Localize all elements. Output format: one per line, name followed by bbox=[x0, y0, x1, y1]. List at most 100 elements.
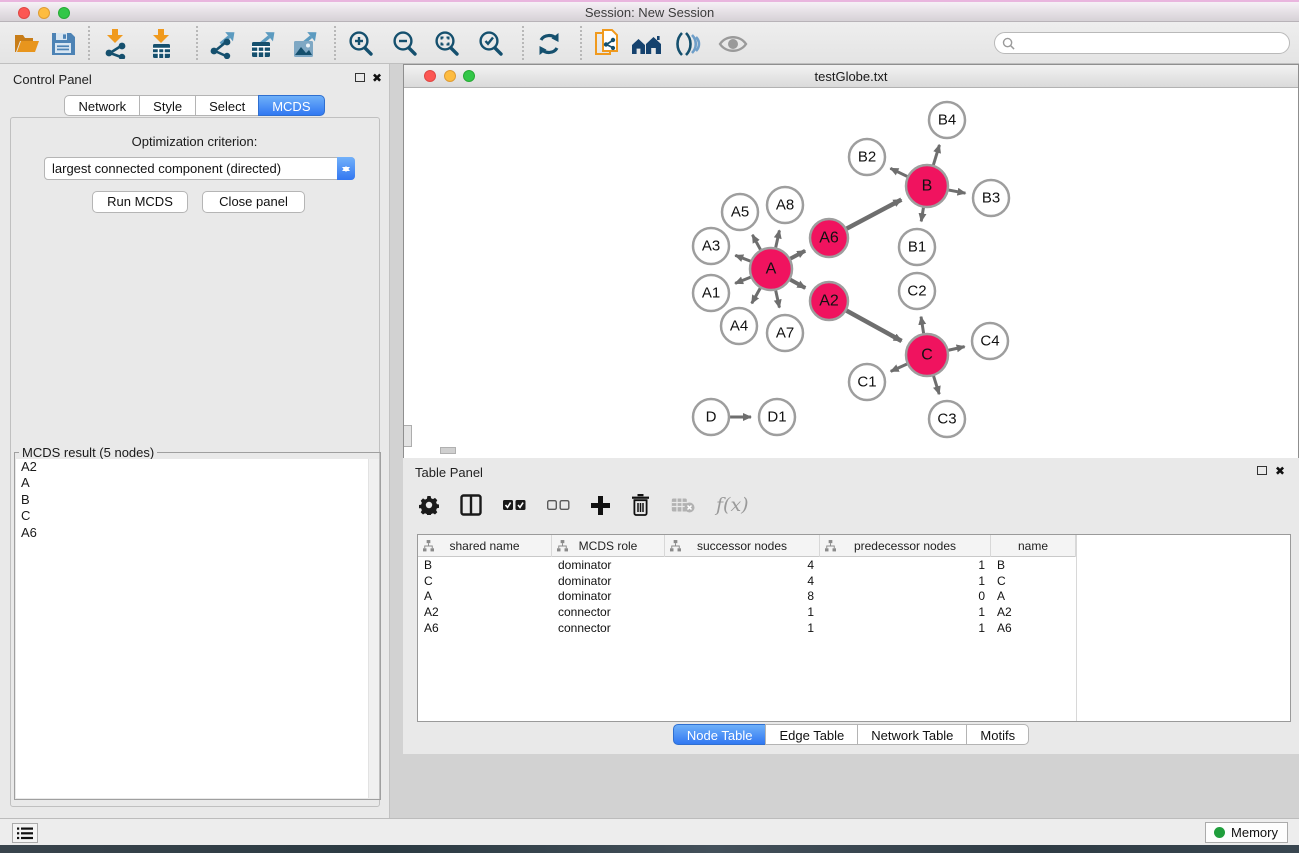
table-row[interactable]: A6connector11A6 bbox=[418, 620, 1076, 636]
column-header-successor-nodes[interactable]: successor nodes bbox=[665, 535, 820, 557]
tab-motifs[interactable]: Motifs bbox=[966, 724, 1029, 745]
zoom-selected-icon[interactable] bbox=[476, 29, 506, 59]
zoom-fit-icon[interactable] bbox=[432, 29, 462, 59]
refresh-layout-icon[interactable] bbox=[534, 29, 564, 59]
graph-node-label-C1: C1 bbox=[857, 374, 876, 391]
graph-node-label-C: C bbox=[921, 347, 933, 364]
main-toolbar bbox=[0, 22, 1299, 64]
node-table-body: Bdominator41BCdominator41CAdominator80AA… bbox=[418, 557, 1076, 636]
table-toolbar: f(x) bbox=[419, 488, 749, 522]
search-input[interactable] bbox=[1015, 36, 1289, 50]
table-cell: 8 bbox=[665, 589, 820, 603]
graph-node-label-A5: A5 bbox=[731, 204, 749, 221]
table-cell: 1 bbox=[820, 621, 991, 635]
mcds-result-item[interactable]: A2 bbox=[16, 459, 379, 475]
tab-select[interactable]: Select bbox=[195, 95, 259, 116]
home-icon[interactable] bbox=[630, 29, 666, 59]
import-network-icon[interactable] bbox=[100, 29, 130, 59]
network-canvas[interactable]: AA1A2A3A4A5A6A7A8BB1B2B3B4CC1C2C3C4DD1 bbox=[404, 88, 1298, 510]
toolbar-separator bbox=[88, 26, 90, 60]
table-type-tabs: Node TableEdge TableNetwork TableMotifs bbox=[673, 724, 1029, 745]
delete-column-icon[interactable] bbox=[631, 494, 650, 516]
show-graphics-details-icon[interactable] bbox=[674, 29, 704, 59]
task-history-button[interactable] bbox=[12, 823, 38, 843]
birds-eye-splitter-handle[interactable] bbox=[404, 425, 412, 447]
memory-status-icon bbox=[1214, 827, 1225, 838]
select-all-columns-icon[interactable] bbox=[503, 500, 526, 511]
control-panel-title: Control Panel bbox=[13, 72, 92, 87]
table-cell: B bbox=[991, 558, 1076, 572]
table-cell: A bbox=[991, 589, 1076, 603]
clone-network-icon[interactable] bbox=[592, 29, 622, 59]
column-header-shared-name[interactable]: shared name bbox=[418, 535, 552, 557]
graph-node-label-B2: B2 bbox=[858, 149, 876, 166]
zoom-in-icon[interactable] bbox=[346, 29, 376, 59]
table-cell: C bbox=[991, 574, 1076, 588]
column-header-predecessor-nodes[interactable]: predecessor nodes bbox=[820, 535, 991, 557]
node-table[interactable]: shared nameMCDS rolesuccessor nodesprede… bbox=[417, 534, 1291, 722]
graph-node-label-C2: C2 bbox=[907, 283, 926, 300]
table-close-panel-icon[interactable]: ✖ bbox=[1275, 466, 1285, 476]
table-panel-title: Table Panel bbox=[415, 465, 483, 480]
birds-eye-view-icon[interactable] bbox=[718, 29, 748, 59]
table-settings-gear-icon[interactable] bbox=[419, 495, 439, 515]
table-row[interactable]: Adominator80A bbox=[418, 589, 1076, 605]
tab-node-table[interactable]: Node Table bbox=[673, 724, 767, 745]
toolbar-search[interactable] bbox=[994, 32, 1290, 54]
close-panel-button[interactable]: Close panel bbox=[202, 191, 305, 213]
open-session-icon[interactable] bbox=[12, 29, 42, 59]
float-panel-icon[interactable] bbox=[355, 73, 365, 82]
save-session-icon[interactable] bbox=[48, 29, 78, 59]
export-image-icon[interactable] bbox=[290, 29, 320, 59]
table-cell: 1 bbox=[820, 605, 991, 619]
column-header-name[interactable]: name bbox=[991, 535, 1076, 557]
import-table-icon[interactable] bbox=[146, 29, 176, 59]
app-title-bar: Session: New Session bbox=[0, 0, 1299, 22]
table-cell: A6 bbox=[991, 621, 1076, 635]
memory-button[interactable]: Memory bbox=[1205, 822, 1288, 843]
column-header-mcds-role[interactable]: MCDS role bbox=[552, 535, 665, 557]
table-float-panel-icon[interactable] bbox=[1257, 466, 1267, 475]
mcds-result-item[interactable]: B bbox=[16, 492, 379, 508]
table-cell: connector bbox=[552, 605, 665, 619]
tab-style[interactable]: Style bbox=[139, 95, 196, 116]
close-panel-icon[interactable]: ✖ bbox=[372, 73, 382, 83]
mcds-result-item[interactable]: A6 bbox=[16, 525, 379, 541]
network-view-window: testGlobe.txt AA1A2A3A4A5A6A7A8BB1B2B3B4… bbox=[403, 64, 1299, 511]
table-row[interactable]: A2connector11A2 bbox=[418, 604, 1076, 620]
graph-node-label-A2: A2 bbox=[819, 293, 839, 310]
mcds-result-scrollbar[interactable] bbox=[368, 459, 379, 798]
create-column-icon[interactable] bbox=[591, 496, 610, 515]
table-row[interactable]: Bdominator41B bbox=[418, 557, 1076, 573]
table-cell: 1 bbox=[665, 605, 820, 619]
mcds-result-item[interactable]: A bbox=[16, 475, 379, 491]
graph-node-label-B: B bbox=[922, 178, 933, 195]
tab-mcds[interactable]: MCDS bbox=[258, 95, 324, 116]
table-cell: B bbox=[418, 558, 552, 572]
export-table-icon[interactable] bbox=[248, 29, 278, 59]
graph-node-label-A7: A7 bbox=[776, 325, 794, 342]
tab-network-table[interactable]: Network Table bbox=[857, 724, 967, 745]
mcds-result-list[interactable]: A2ABCA6 bbox=[16, 459, 379, 798]
graph-node-label-C4: C4 bbox=[980, 333, 999, 350]
graph-node-label-D1: D1 bbox=[767, 409, 786, 426]
tab-network[interactable]: Network bbox=[64, 95, 140, 116]
tab-edge-table[interactable]: Edge Table bbox=[765, 724, 858, 745]
criterion-dropdown[interactable]: largest connected component (directed) bbox=[44, 157, 355, 180]
mcds-result-group: MCDS result (5 nodes) A2ABCA6 bbox=[14, 452, 381, 800]
toolbar-separator bbox=[196, 26, 198, 60]
zoom-out-icon[interactable] bbox=[390, 29, 420, 59]
show-column-selector-icon[interactable] bbox=[460, 494, 482, 516]
unselect-all-columns-icon[interactable] bbox=[547, 500, 570, 511]
function-builder-icon-disabled: f(x) bbox=[716, 494, 749, 516]
run-mcds-button[interactable]: Run MCDS bbox=[92, 191, 188, 213]
network-graph: AA1A2A3A4A5A6A7A8BB1B2B3B4CC1C2C3C4DD1 bbox=[404, 88, 1298, 510]
table-row[interactable]: Cdominator41C bbox=[418, 573, 1076, 589]
toolbar-separator bbox=[522, 26, 524, 60]
table-cell: C bbox=[418, 574, 552, 588]
mcds-result-item[interactable]: C bbox=[16, 508, 379, 524]
horizontal-splitter-handle[interactable] bbox=[440, 447, 456, 454]
export-network-icon[interactable] bbox=[208, 29, 238, 59]
network-window-titlebar[interactable]: testGlobe.txt bbox=[404, 65, 1298, 88]
node-table-header: shared nameMCDS rolesuccessor nodesprede… bbox=[418, 535, 1076, 557]
